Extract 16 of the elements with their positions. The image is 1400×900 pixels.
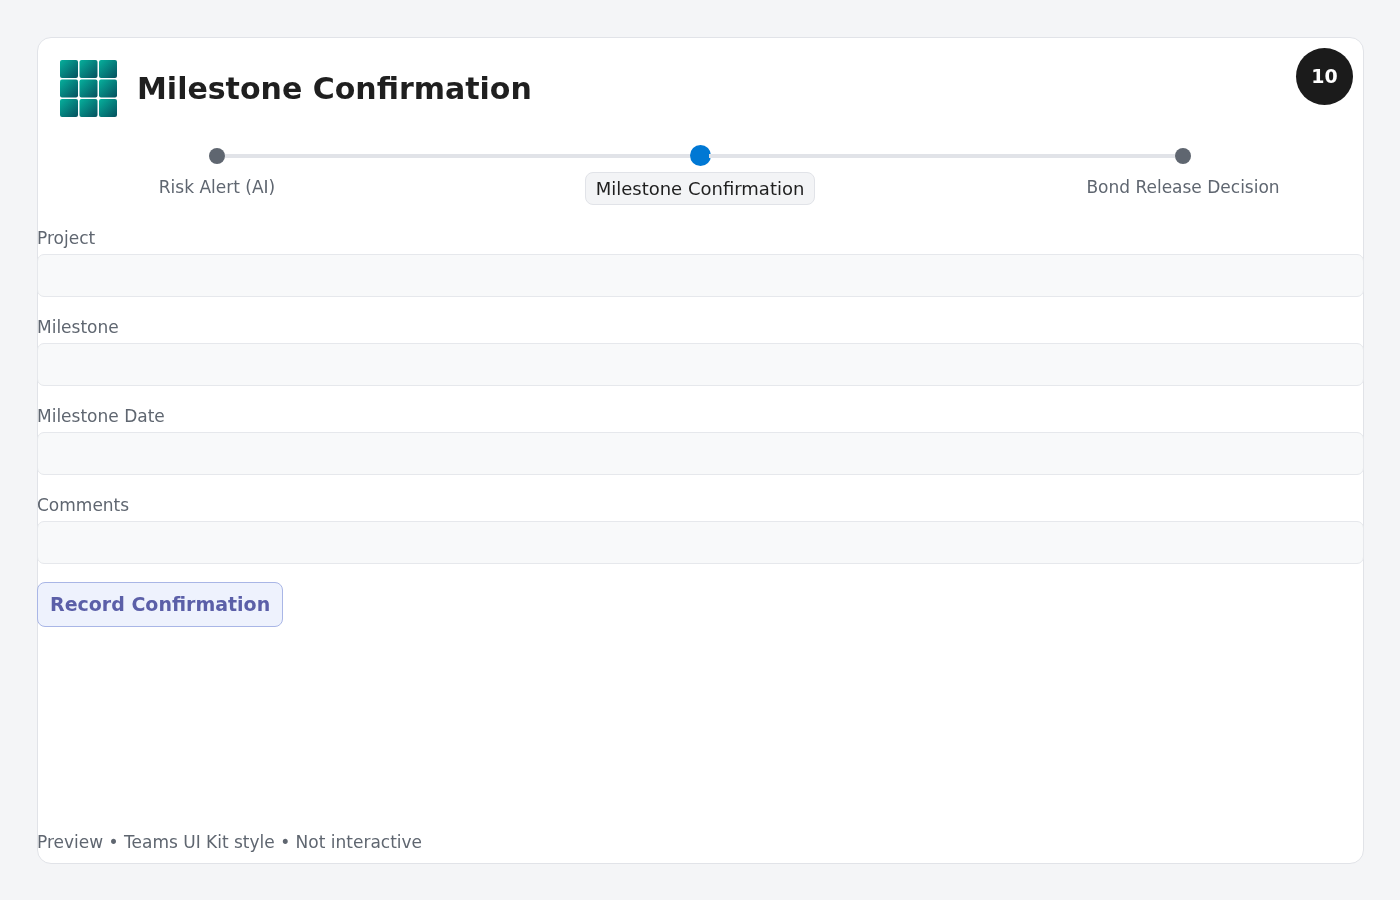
- page-title: Milestone Confirmation: [137, 70, 532, 107]
- footer-note: Preview • Teams UI Kit style • Not interactive: [37, 830, 424, 854]
- step-label[interactable]: Bond Release Decision: [1075, 172, 1291, 205]
- input-field[interactable]: [37, 343, 1364, 386]
- field-label: Milestone Date: [37, 405, 166, 428]
- record-button[interactable]: Record Confirmation: [37, 582, 284, 627]
- field-label: Project: [37, 227, 97, 250]
- count-badge: 10: [1296, 48, 1353, 105]
- field-label: Comments: [37, 494, 131, 517]
- step-label[interactable]: Milestone Confirmation: [584, 172, 816, 205]
- step-label[interactable]: Risk Alert (AI): [147, 172, 287, 205]
- input-field[interactable]: [37, 254, 1364, 297]
- input-field[interactable]: [37, 521, 1364, 564]
- grid-icon: [60, 60, 117, 117]
- field-label: Milestone: [37, 316, 120, 339]
- input-field[interactable]: [37, 432, 1364, 475]
